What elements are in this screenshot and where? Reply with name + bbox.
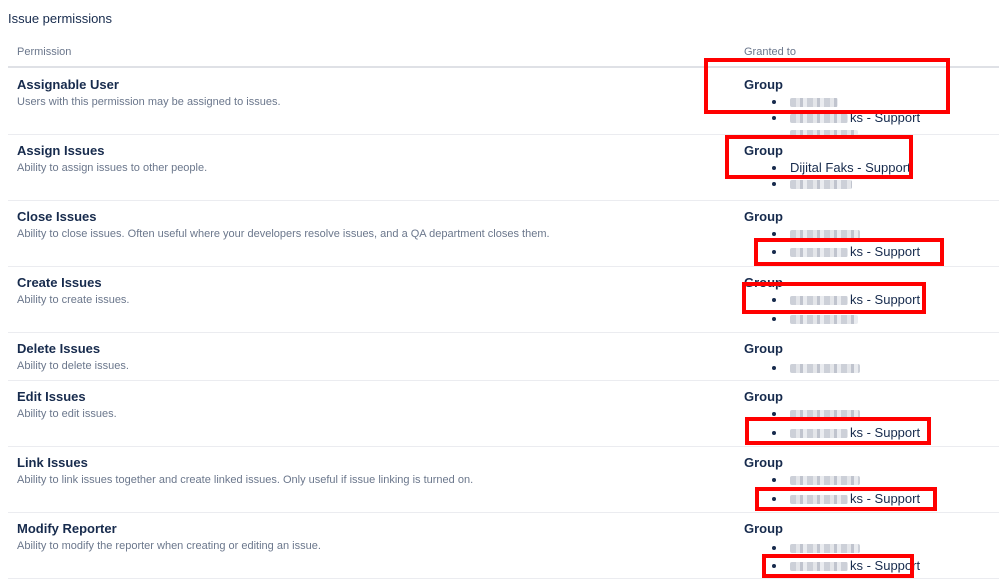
permission-name: Modify Reporter (17, 521, 117, 536)
grant-type-label: Group (744, 209, 783, 224)
highlight-box (725, 135, 913, 179)
highlight-box (704, 58, 950, 114)
permission-description: Ability to close issues. Often useful wh… (17, 228, 550, 240)
bullet-icon (772, 412, 776, 416)
permission-name: Assignable User (17, 77, 119, 92)
grant-type-label: Group (744, 521, 783, 536)
redacted-text (790, 476, 860, 485)
column-header-granted-to: Granted to (744, 46, 796, 58)
redacted-text (790, 180, 852, 189)
permission-name: Link Issues (17, 455, 88, 470)
permission-name: Close Issues (17, 209, 97, 224)
highlight-box (762, 554, 914, 578)
permission-row-delete-issues: Delete Issues Ability to delete issues. … (8, 332, 999, 381)
column-header-permission: Permission (17, 46, 72, 58)
bullet-icon (772, 182, 776, 186)
redacted-text (790, 315, 858, 324)
permission-name: Edit Issues (17, 389, 86, 404)
permission-name: Delete Issues (17, 341, 101, 356)
permission-description: Ability to modify the reporter when crea… (17, 540, 321, 552)
grant-type-label: Group (744, 455, 783, 470)
bullet-icon (772, 116, 776, 120)
grant-type-label: Group (744, 341, 783, 356)
highlight-box (745, 417, 931, 445)
bullet-icon (772, 546, 776, 550)
permission-description: Ability to assign issues to other people… (17, 162, 208, 174)
permission-description: Ability to link issues together and crea… (17, 474, 474, 486)
bullet-icon (772, 478, 776, 482)
highlight-box (742, 282, 926, 314)
permission-description: Ability to create issues. (17, 294, 130, 306)
grant-type-label: Group (744, 389, 783, 404)
highlight-box (755, 487, 937, 511)
section-title: Issue permissions (8, 11, 113, 26)
permission-description: Users with this permission may be assign… (17, 96, 281, 108)
redacted-text (790, 544, 860, 553)
redacted-text (790, 114, 848, 123)
permission-name: Assign Issues (17, 143, 105, 158)
permission-description: Ability to delete issues. (17, 360, 129, 372)
bullet-icon (772, 232, 776, 236)
permission-name: Create Issues (17, 275, 102, 290)
permission-description: Ability to edit issues. (17, 408, 117, 420)
redacted-text (790, 364, 860, 373)
bullet-icon (772, 366, 776, 370)
bullet-icon (772, 317, 776, 321)
highlight-box (754, 238, 944, 266)
